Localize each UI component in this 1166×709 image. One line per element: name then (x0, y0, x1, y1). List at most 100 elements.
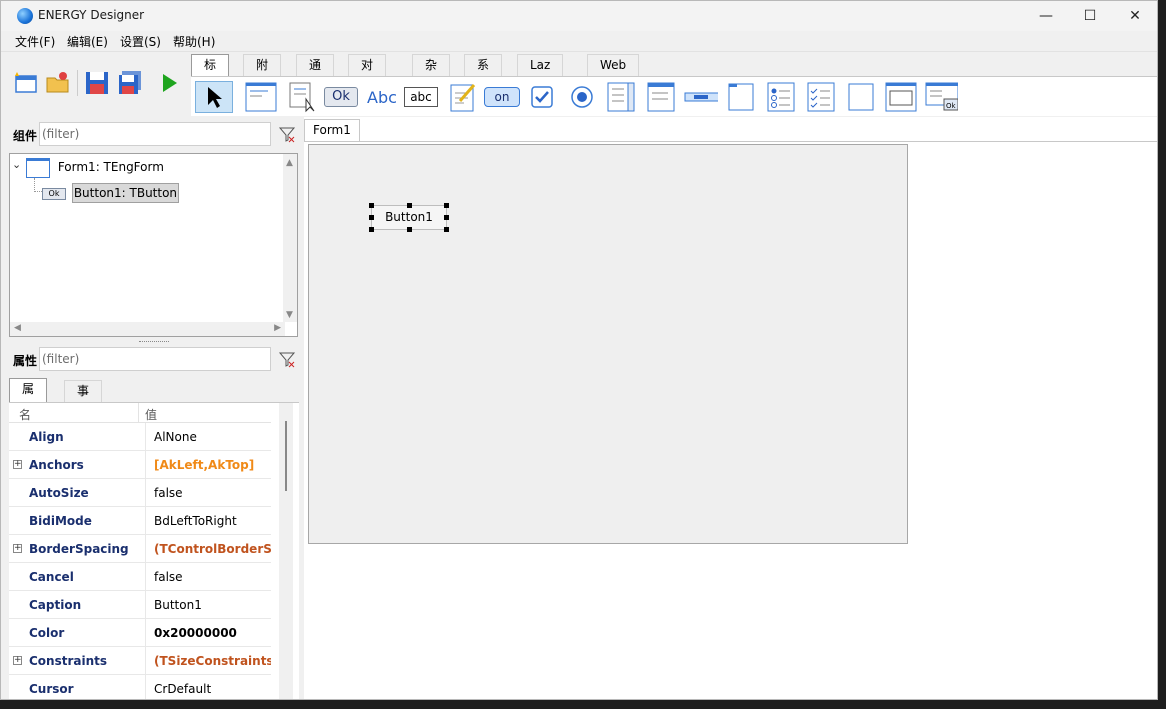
menu-help[interactable]: 帮助(H) (173, 33, 215, 50)
frame-icon[interactable] (884, 81, 918, 113)
tree-vscrollbar[interactable]: ▲ ▼ (283, 154, 297, 322)
property-row[interactable]: Cancel false (9, 563, 271, 591)
property-row[interactable]: BidiMode BdLeftToRight (9, 507, 271, 535)
tab-events[interactable]: 事件 (64, 380, 103, 418)
property-value[interactable]: (TSizeConstraints) (145, 647, 271, 674)
open-folder-icon[interactable] (45, 70, 71, 96)
expand-plus-icon[interactable]: + (13, 460, 22, 469)
tab-misc[interactable]: 杂项 (412, 54, 451, 92)
tree-hscrollbar[interactable]: ◀ ▶ (10, 322, 285, 336)
popup-menu-icon[interactable] (286, 81, 320, 113)
run-icon[interactable] (157, 70, 183, 96)
property-name: Caption (29, 598, 82, 612)
property-row[interactable]: AutoSize false (9, 479, 271, 507)
menu-edit[interactable]: 编辑(E) (67, 33, 108, 50)
maximize-button[interactable]: ☐ (1067, 1, 1113, 31)
property-name: Constraints (29, 654, 108, 668)
property-value[interactable]: [AkLeft,AkTop] (145, 451, 271, 478)
radiogroup-icon[interactable] (764, 81, 798, 113)
property-name: Color (29, 626, 65, 640)
resize-handle[interactable] (407, 227, 412, 232)
property-value[interactable]: false (145, 563, 271, 590)
resize-handle[interactable] (444, 215, 449, 220)
tab-properties[interactable]: 属性 (9, 378, 48, 416)
properties-filter-input[interactable]: (filter) (39, 347, 271, 371)
scroll-down-icon[interactable]: ▼ (286, 310, 293, 320)
grid-vscrollbar[interactable] (279, 403, 293, 699)
property-name: BorderSpacing (29, 542, 129, 556)
resize-handle[interactable] (444, 227, 449, 232)
scroll-up-icon[interactable]: ▲ (286, 158, 293, 168)
scrollbar-icon[interactable] (684, 81, 718, 113)
property-row[interactable]: Cursor CrDefault (9, 675, 271, 699)
property-row[interactable]: + BorderSpacing (TControlBorderS… (9, 535, 271, 563)
resize-handle[interactable] (444, 203, 449, 208)
label-icon[interactable]: Abc (365, 81, 399, 113)
expand-plus-icon[interactable]: + (13, 656, 22, 665)
memo-icon[interactable] (446, 81, 480, 113)
tree-node-button1[interactable]: Ok Button1: TButton (42, 182, 180, 204)
tree-node-form1[interactable]: Form1: TEngForm (26, 156, 164, 178)
tab-dialogs[interactable]: 对话框 (348, 54, 387, 112)
new-form-icon[interactable] (13, 70, 39, 96)
resize-handle[interactable] (407, 203, 412, 208)
toggle-box-icon[interactable]: on (484, 81, 520, 113)
tab-web[interactable]: Web (587, 54, 640, 76)
component-tree: ⌄ Form1: TEngForm Ok Button1: TButton ▲ … (9, 153, 298, 337)
tab-form1[interactable]: Form1 (304, 119, 360, 142)
tab-additional[interactable]: 附加 (243, 54, 282, 92)
resize-handle[interactable] (369, 203, 374, 208)
property-value[interactable]: AlNone (145, 423, 271, 450)
edit-icon[interactable]: abc (404, 81, 438, 113)
property-value[interactable]: false (145, 479, 271, 506)
background-editor (0, 700, 1166, 709)
tab-common[interactable]: 通用 (296, 54, 335, 92)
panel-splitter[interactable] (139, 341, 169, 344)
close-button[interactable]: ✕ (1112, 1, 1157, 31)
panel-icon[interactable] (844, 81, 878, 113)
tab-divider (304, 141, 1157, 142)
pointer-icon[interactable] (195, 81, 233, 113)
property-row[interactable]: Caption Button1 (9, 591, 271, 619)
filter-clear-icon[interactable] (276, 348, 298, 370)
scroll-left-icon[interactable]: ◀ (14, 323, 21, 333)
components-label: 组件 (13, 129, 38, 143)
property-row[interactable]: + Constraints (TSizeConstraints) (9, 647, 271, 675)
checkbox-icon[interactable] (525, 81, 559, 113)
resize-handle[interactable] (369, 227, 374, 232)
scroll-thumb[interactable] (285, 421, 287, 491)
tab-system[interactable]: 系统 (464, 54, 503, 92)
property-value[interactable]: BdLeftToRight (145, 507, 271, 534)
radio-button-icon[interactable] (565, 81, 599, 113)
collapse-arrow-icon[interactable]: ⌄ (12, 158, 21, 171)
property-row[interactable]: Align AlNone (9, 423, 271, 451)
save-all-icon[interactable] (117, 70, 143, 96)
property-value[interactable]: 0x20000000 (145, 619, 271, 646)
groupbox-icon[interactable] (724, 81, 758, 113)
property-value[interactable]: Button1 (145, 591, 271, 618)
menu-settings[interactable]: 设置(S) (120, 33, 161, 50)
tab-standard[interactable]: 标准 (191, 54, 230, 92)
combobox-icon[interactable] (644, 81, 678, 113)
listbox-icon[interactable] (604, 81, 638, 113)
main-menu-icon[interactable] (244, 81, 278, 113)
property-row[interactable]: Color 0x20000000 (9, 619, 271, 647)
property-value[interactable]: (TControlBorderS… (145, 535, 271, 562)
expand-plus-icon[interactable]: + (13, 544, 22, 553)
filter-clear-icon[interactable] (276, 123, 298, 145)
property-row[interactable]: + Anchors [AkLeft,AkTop] (9, 451, 271, 479)
form-surface[interactable]: Button1 (308, 144, 908, 544)
column-name: 名 (19, 408, 32, 422)
save-icon[interactable] (84, 70, 110, 96)
minimize-button[interactable]: — (1023, 1, 1069, 31)
menu-bar: 文件(F) 编辑(E) 设置(S) 帮助(H) (1, 31, 1157, 51)
scroll-right-icon[interactable]: ▶ (274, 323, 281, 333)
button-icon[interactable]: Ok (324, 81, 358, 113)
tab-laz-components[interactable]: Laz组件 (517, 54, 564, 112)
action-list-icon[interactable]: Ok (924, 81, 958, 113)
property-value[interactable]: CrDefault (145, 675, 271, 699)
menu-file[interactable]: 文件(F) (15, 33, 55, 50)
checkgroup-icon[interactable] (804, 81, 838, 113)
resize-handle[interactable] (369, 215, 374, 220)
components-filter-input[interactable]: (filter) (39, 122, 271, 146)
